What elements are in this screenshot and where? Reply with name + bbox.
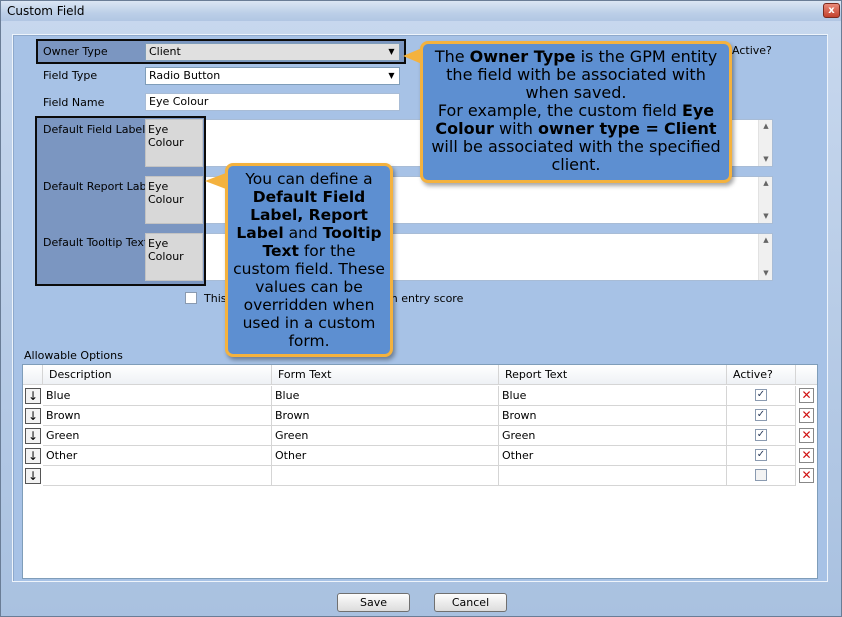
field-name-label: Field Name [43,96,105,109]
chevron-down-icon: ▼ [388,47,395,56]
owner-type-select[interactable]: Client ▼ [145,43,400,61]
window-title: Custom Field [7,4,85,18]
active-checkbox[interactable]: ✓ [755,429,767,441]
cell-description[interactable]: Green [43,426,272,446]
scroll-up-icon[interactable]: ▲ [760,121,772,132]
table-row[interactable]: ↓ Green Green Green ✓ ✕ [23,426,817,446]
cell-description[interactable]: Brown [43,406,272,426]
field-type-select[interactable]: Radio Button ▼ [145,67,400,85]
active-checkbox[interactable] [755,469,767,481]
cell-description[interactable] [43,466,272,486]
active-checkbox[interactable]: ✓ [755,389,767,401]
allowable-options-label: Allowable Options [24,349,123,362]
table-row-new[interactable]: ↓ ✕ [23,466,817,486]
defaults-callout-pointer [205,173,226,189]
scroll-up-icon[interactable]: ▲ [760,178,772,189]
cell-active [727,466,796,486]
cell-active: ✓ [727,426,796,446]
scroll-down-icon[interactable]: ▼ [760,211,772,222]
cell-form-text[interactable]: Green [272,426,499,446]
field-type-value: Radio Button [149,69,221,82]
close-button[interactable]: x [823,3,840,18]
table-row[interactable]: ↓ Brown Brown Brown ✓ ✕ [23,406,817,426]
arrow-down-icon[interactable]: ↓ [25,428,41,444]
field-name-value: Eye Colour [149,95,209,108]
delete-icon[interactable]: ✕ [799,428,814,443]
options-grid: Description Form Text Report Text Active… [22,364,818,579]
cell-report-text[interactable]: Brown [499,406,727,426]
entry-score-checkbox-label-end: m entry score [387,292,464,305]
column-header-description[interactable]: Description [43,365,272,385]
cell-description[interactable]: Blue [43,386,272,406]
scroll-down-icon[interactable]: ▼ [760,154,772,165]
cell-active: ✓ [727,386,796,406]
active-checkbox[interactable]: ✓ [755,449,767,461]
scrollbar[interactable]: ▲ ▼ [758,234,772,280]
entry-score-checkbox-label-start: This [204,292,227,305]
cell-report-text[interactable]: Green [499,426,727,446]
default-report-label-value: Eye Colour [145,176,203,224]
cell-active: ✓ [727,446,796,466]
custom-field-window: Custom Field x Owner Type Client ▼ Field… [0,0,842,617]
arrow-down-icon[interactable]: ↓ [25,388,41,404]
delete-icon[interactable]: ✕ [799,408,814,423]
cell-form-text[interactable]: Brown [272,406,499,426]
default-report-label-label: Default Report Label [43,180,157,193]
delete-icon[interactable]: ✕ [799,388,814,403]
owner-type-callout-pointer [403,48,422,64]
active-label: Active? [732,44,772,57]
chevron-down-icon: ▼ [388,71,395,80]
cell-report-text[interactable]: Blue [499,386,727,406]
owner-type-callout: The Owner Type is the GPM entity the fie… [420,41,732,183]
cell-report-text[interactable] [499,466,727,486]
field-name-input[interactable]: Eye Colour [145,93,400,111]
entry-score-checkbox[interactable] [185,292,197,304]
cancel-button[interactable]: Cancel [434,593,507,612]
active-checkbox[interactable]: ✓ [755,409,767,421]
default-tooltip-value: Eye Colour [145,233,203,281]
defaults-callout: You can define a Default Field Label, Re… [225,163,393,357]
column-header-form-text[interactable]: Form Text [272,365,499,385]
close-icon: x [828,5,835,16]
scrollbar[interactable]: ▲ ▼ [758,177,772,223]
scrollbar[interactable]: ▲ ▼ [758,120,772,166]
table-row[interactable]: ↓ Other Other Other ✓ ✕ [23,446,817,466]
arrow-down-icon[interactable]: ↓ [25,448,41,464]
cell-description[interactable]: Other [43,446,272,466]
default-field-label-label: Default Field Label [43,123,146,136]
cell-form-text[interactable]: Blue [272,386,499,406]
cell-form-text[interactable]: Other [272,446,499,466]
field-type-label: Field Type [43,69,98,82]
default-tooltip-label: Default Tooltip Text [43,236,149,249]
column-header-report-text[interactable]: Report Text [499,365,727,385]
delete-icon[interactable]: ✕ [799,468,814,483]
cell-report-text[interactable]: Other [499,446,727,466]
grid-header: Description Form Text Report Text Active… [23,365,817,385]
cell-active: ✓ [727,406,796,426]
scroll-down-icon[interactable]: ▼ [760,268,772,279]
table-row[interactable]: ↓ Blue Blue Blue ✓ ✕ [23,386,817,406]
arrow-down-icon[interactable]: ↓ [25,468,41,484]
cell-form-text[interactable] [272,466,499,486]
scroll-up-icon[interactable]: ▲ [760,235,772,246]
save-button[interactable]: Save [337,593,410,612]
owner-type-value: Client [149,45,181,58]
title-bar[interactable]: Custom Field x [1,1,841,21]
column-header-active[interactable]: Active? [727,365,796,385]
default-field-label-value: Eye Colour [145,119,203,167]
owner-type-label: Owner Type [43,45,108,58]
arrow-down-icon[interactable]: ↓ [25,408,41,424]
delete-icon[interactable]: ✕ [799,448,814,463]
